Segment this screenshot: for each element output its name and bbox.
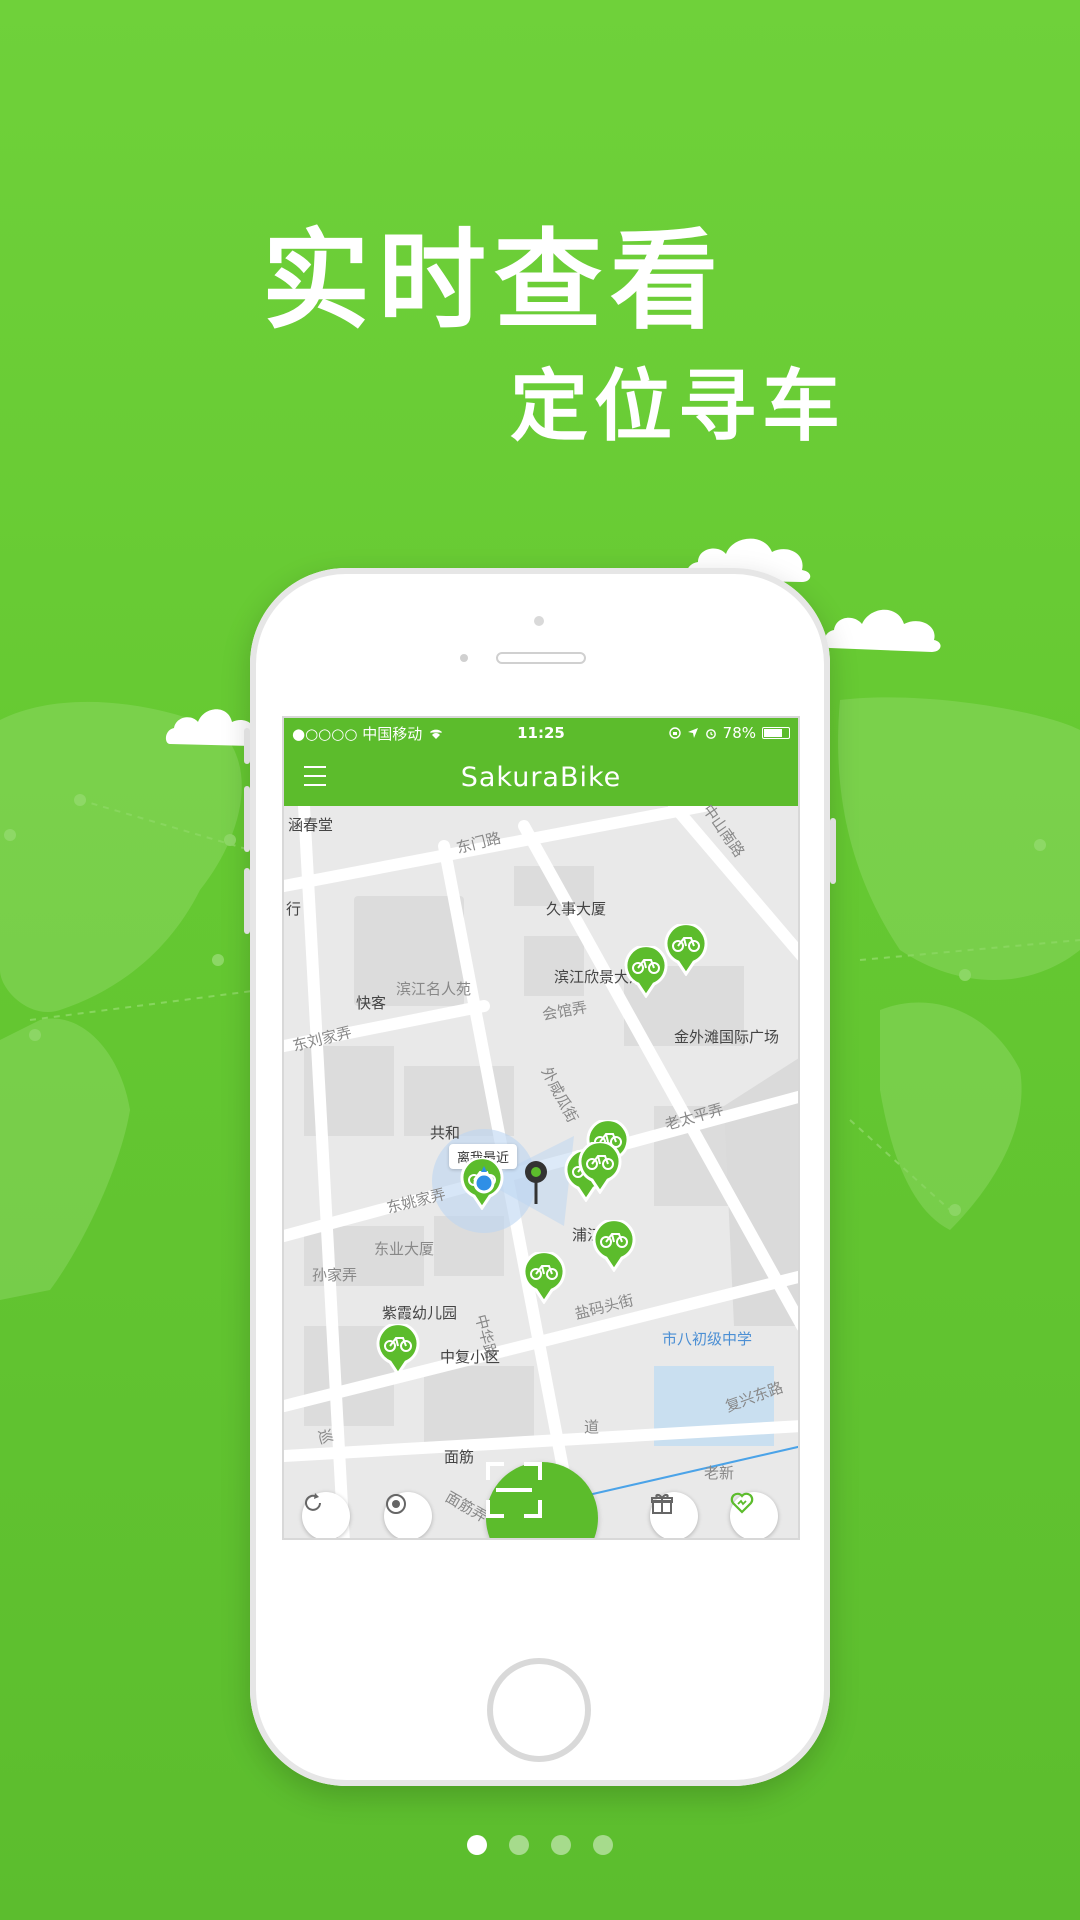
map-label: 共和	[430, 1124, 461, 1142]
phone-sensor	[460, 654, 468, 662]
phone-camera	[534, 616, 544, 626]
map-label: 紫霞幼儿园	[382, 1304, 458, 1322]
app-navbar: SakuraBike	[284, 748, 798, 806]
battery-icon	[762, 727, 790, 739]
map-label: 东业大厦	[374, 1240, 435, 1258]
map-label: 中复小区	[440, 1348, 501, 1366]
map-label: 快客	[356, 994, 387, 1012]
page-dot-active[interactable]	[467, 1835, 487, 1855]
favorite-button[interactable]	[730, 1492, 778, 1538]
phone-mockup: ●○○○○ 中国移动 11:25 78% SakuraBike 涵春堂 东门路 …	[244, 568, 836, 1786]
app-screen: ●○○○○ 中国移动 11:25 78% SakuraBike 涵春堂 东门路 …	[282, 716, 800, 1540]
map-label: 行	[286, 900, 302, 918]
phone-speaker	[496, 652, 586, 664]
map-label: 金外滩国际广场	[674, 1028, 780, 1046]
phone-home-button	[487, 1658, 591, 1762]
map-label: 涵春堂	[288, 816, 334, 834]
phone-volume-up-button	[244, 786, 250, 852]
phone-power-button	[830, 818, 836, 884]
locate-icon	[386, 1494, 406, 1514]
scan-icon	[486, 1462, 542, 1518]
bike-location-pin[interactable]	[664, 924, 708, 976]
map-label: 久事大厦	[546, 900, 607, 918]
refresh-button[interactable]	[302, 1492, 350, 1538]
map-label: 市八初级中学	[662, 1330, 753, 1348]
page-indicator	[0, 1835, 1080, 1855]
bike-location-pin[interactable]	[592, 1220, 636, 1272]
bike-location-pin[interactable]	[624, 946, 668, 998]
page-dot[interactable]	[593, 1835, 613, 1855]
map-label: 面筋	[444, 1448, 475, 1466]
bike-location-pin[interactable]	[578, 1142, 622, 1194]
locate-button[interactable]	[384, 1492, 432, 1538]
heart-icon	[730, 1492, 754, 1514]
phone-volume-down-button	[244, 868, 250, 934]
bike-location-pin[interactable]	[522, 1252, 566, 1304]
status-bar: ●○○○○ 中国移动 11:25 78%	[284, 718, 798, 748]
gift-button[interactable]	[650, 1492, 698, 1538]
menu-icon[interactable]	[304, 766, 326, 786]
map-label: 孙家弄	[312, 1266, 358, 1284]
map-label: 道	[584, 1418, 600, 1436]
cloud	[824, 609, 941, 652]
bike-location-pin[interactable]	[376, 1324, 420, 1376]
refresh-icon	[305, 1493, 321, 1511]
status-time: 11:25	[517, 724, 565, 742]
app-title: SakuraBike	[460, 761, 622, 793]
gift-icon	[651, 1493, 673, 1514]
user-location-icon	[473, 1166, 495, 1194]
promo-headline: 实时查看	[262, 219, 727, 344]
page-dot[interactable]	[551, 1835, 571, 1855]
promo-subline: 定位寻车	[510, 362, 847, 452]
map-center-pin-icon	[525, 1161, 547, 1204]
map-label: 滨江名人苑	[396, 980, 472, 998]
page-dot[interactable]	[509, 1835, 529, 1855]
phone-side-button	[244, 728, 250, 764]
map-label: 老新	[704, 1464, 735, 1482]
map-view[interactable]: 涵春堂 东门路 中山南路 久事大厦 行 滨江名人苑 滨江欣景大酒店 快客 会馆弄…	[284, 801, 798, 1538]
